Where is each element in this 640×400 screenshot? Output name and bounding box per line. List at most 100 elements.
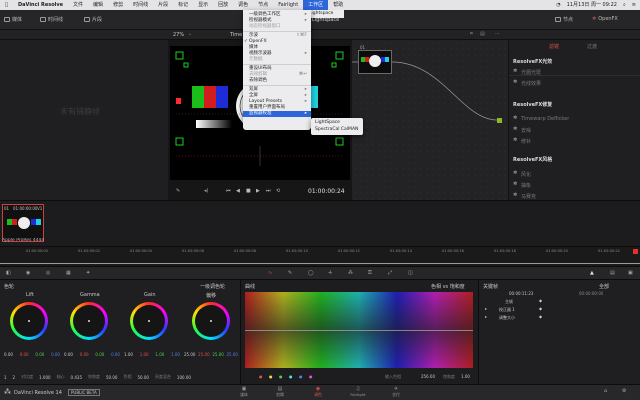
info-icon[interactable]: ▤: [610, 270, 615, 276]
menu-fairlight[interactable]: Fairlight: [273, 0, 303, 10]
lum-mix-value[interactable]: 100.00: [177, 375, 191, 380]
timeline-button[interactable]: 时间线: [40, 16, 63, 23]
rgb-mixer-icon[interactable]: ▦: [66, 270, 71, 276]
playhead-marker[interactable]: [633, 249, 638, 254]
gain-wheel[interactable]: [130, 302, 168, 340]
home-icon[interactable]: ⌂: [604, 388, 607, 394]
value-r[interactable]: 1.00: [140, 352, 149, 357]
fit-mode[interactable]: Time: [230, 32, 242, 38]
page-tab-edit[interactable]: ▤ 剪辑: [268, 386, 292, 400]
wheels-mode[interactable]: 一级调色轮: [200, 283, 225, 290]
fx-item[interactable]: ✲ 光圈光斑: [509, 66, 640, 76]
page-tab-deliver[interactable]: ✈ 交付: [384, 386, 408, 400]
offset-wheel[interactable]: [192, 302, 230, 340]
fx-item[interactable]: ✲ Timewarp Deflicker: [509, 113, 640, 123]
gallery-button[interactable]: 片段: [84, 16, 102, 23]
menu-workspace[interactable]: 工作区: [303, 0, 329, 10]
blur-icon[interactable]: ⁂: [348, 270, 353, 276]
lift-wheel[interactable]: [10, 302, 48, 340]
menu-trim[interactable]: 修剪: [108, 0, 128, 10]
tracker-icon[interactable]: ✛: [328, 270, 332, 276]
loop-icon[interactable]: ⟲: [276, 188, 280, 194]
key-icon[interactable]: ⚿: [368, 270, 372, 276]
menu-nodes[interactable]: 节点: [253, 0, 273, 10]
menu-item-monitor-calibration[interactable]: 监视器校准 ▸: [243, 111, 311, 117]
clock[interactable]: 11月13日 周一 09:22: [567, 0, 617, 10]
expand-icon[interactable]: ▸: [485, 306, 487, 311]
menu-item[interactable]: 去除调色: [243, 78, 311, 84]
value-b[interactable]: 25.00: [227, 352, 238, 357]
color-picker-icon[interactable]: ✎: [176, 188, 180, 194]
menu-app-name[interactable]: DaVinci Resolve: [13, 0, 68, 10]
mini-timeline[interactable]: 01:00:00:00 01:00:00:02 01:00:00:04 01:0…: [0, 246, 640, 266]
keyframe-dot-icon[interactable]: ◆: [539, 314, 542, 319]
swatch-blue-icon[interactable]: ●: [299, 374, 303, 379]
sat-value[interactable]: 1.00: [461, 374, 470, 379]
value-y[interactable]: 25.00: [184, 352, 195, 357]
3d-icon[interactable]: ◫: [408, 270, 413, 276]
fx-item[interactable]: ✲ 马赛克: [509, 190, 640, 200]
pivot-value[interactable]: 0.435: [71, 375, 82, 380]
fx-item[interactable]: ✲ 去噪: [509, 124, 640, 134]
footer-page-1[interactable]: 1: [4, 375, 7, 380]
color-wheels-icon[interactable]: ◎: [46, 270, 50, 276]
fx-item[interactable]: ✲ 抽象: [509, 179, 640, 189]
tab-filters[interactable]: 滤镜: [549, 43, 559, 50]
section-stylize[interactable]: ResolveFX风格: [513, 156, 552, 163]
menu-edit[interactable]: 编辑: [88, 0, 108, 10]
zoom-select[interactable]: 27%: [173, 32, 184, 38]
window-icon[interactable]: ◯: [308, 270, 314, 276]
value-g[interactable]: 0.00: [35, 352, 44, 357]
value-b[interactable]: 1.00: [171, 352, 180, 357]
scopes-icon[interactable]: ▲: [590, 270, 594, 276]
fx-item[interactable]: ✲ 风化: [509, 168, 640, 178]
value-y[interactable]: 1.00: [124, 352, 133, 357]
curve-line[interactable]: [245, 330, 473, 331]
value-g[interactable]: 25.00: [212, 352, 223, 357]
footer-page-2[interactable]: 2: [13, 375, 16, 380]
value-b[interactable]: 0.00: [51, 352, 60, 357]
gamma-wheel[interactable]: [70, 302, 108, 340]
nodes-button[interactable]: 节点: [555, 16, 573, 23]
qualifier-icon[interactable]: ✎: [288, 270, 292, 276]
keyframe-row[interactable]: 主帧 ◆: [483, 298, 637, 306]
sizing-icon[interactable]: ⤢: [388, 270, 392, 276]
swatch-red-icon[interactable]: ●: [259, 374, 263, 379]
swatch-cyan-icon[interactable]: ●: [289, 374, 293, 379]
menu-view[interactable]: 显示: [193, 0, 213, 10]
value-r[interactable]: 0.00: [80, 352, 89, 357]
submenu-item-calman[interactable]: SpectraCal CalMAN: [311, 126, 363, 133]
section-repair[interactable]: ResolveFX修复: [513, 101, 552, 108]
value-g[interactable]: 0.00: [95, 352, 104, 357]
node-view-icon[interactable]: ▤: [480, 31, 485, 37]
menu-clip[interactable]: 片段: [153, 0, 173, 10]
keyframe-dot-icon[interactable]: ◆: [539, 298, 542, 303]
value-b[interactable]: 0.00: [111, 352, 120, 357]
menu-playback[interactable]: 回放: [213, 0, 233, 10]
media-pool-button[interactable]: 媒体: [4, 16, 22, 23]
page-tab-media[interactable]: ▣ 媒体: [232, 386, 256, 400]
search-icon[interactable]: ⌕: [623, 0, 626, 10]
wifi-icon[interactable]: ◔: [556, 0, 560, 10]
skip-end-icon[interactable]: ⏭: [266, 188, 271, 194]
tab-transitions[interactable]: 过渡: [587, 43, 597, 50]
submenu-top[interactable]: Lightspace: [306, 10, 344, 18]
chevron-down-icon[interactable]: ⌄: [188, 31, 192, 37]
menu-file[interactable]: 文件: [68, 0, 88, 10]
menu-help[interactable]: 帮助: [328, 0, 348, 10]
node-tools-icon[interactable]: ⌗: [470, 31, 473, 37]
more-icon[interactable]: ⋯: [495, 31, 500, 37]
settings-gear-icon[interactable]: ⚙: [622, 388, 626, 394]
fx-item[interactable]: ✲ 光线效果: [509, 77, 640, 87]
value-r[interactable]: 0.00: [20, 352, 29, 357]
keyframe-row[interactable]: ▸ 调整大小 ◆: [483, 314, 637, 322]
keyframe-dot-icon[interactable]: ◆: [539, 306, 542, 311]
keyframe-row[interactable]: ▸ 校正器 1 ◆: [483, 306, 637, 314]
contrast-value[interactable]: 1.000: [39, 375, 50, 380]
page-tab-fairlight[interactable]: ♫ Fairlight: [344, 386, 372, 400]
motion-effects-icon[interactable]: ✦: [86, 270, 90, 276]
value-g[interactable]: 1.00: [155, 352, 164, 357]
menu-timeline[interactable]: 时间线: [128, 0, 153, 10]
section-light[interactable]: ResolveFX光效: [513, 58, 552, 65]
keyframes-filter[interactable]: 全部: [599, 283, 609, 290]
